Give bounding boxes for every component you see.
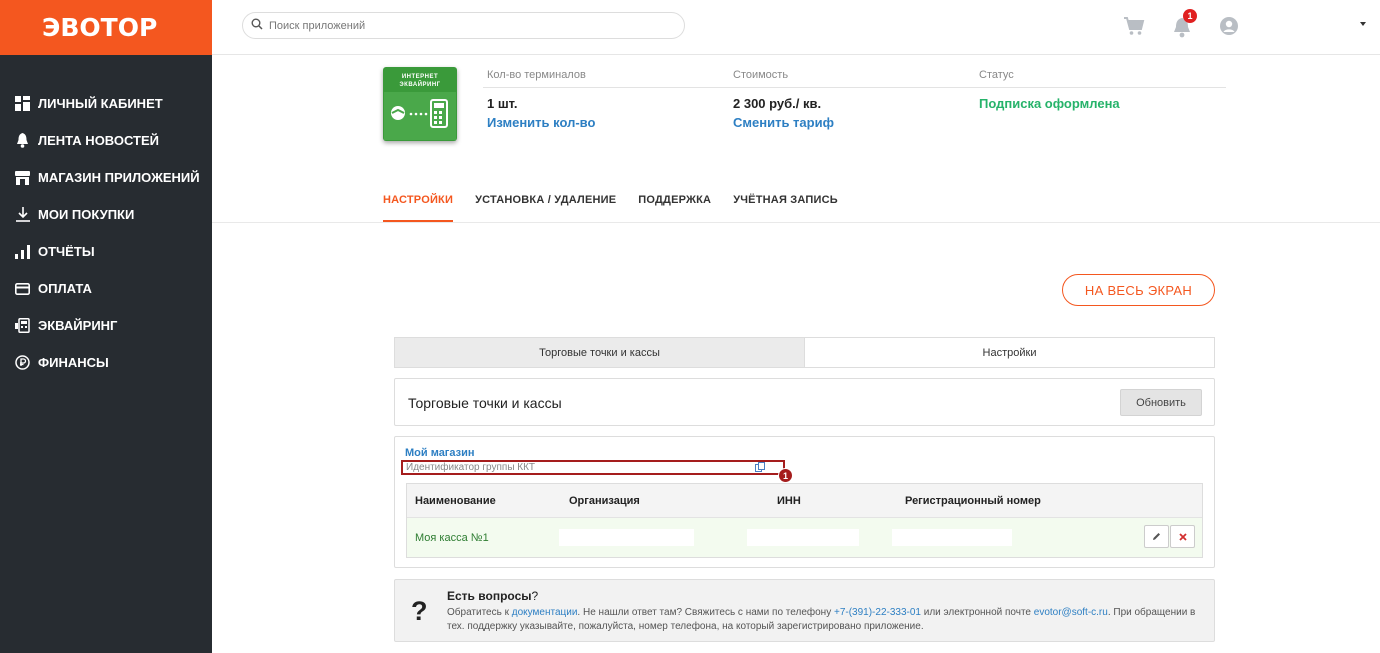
registers-table: Наименование Организация ИНН Регистрацио… xyxy=(406,483,1203,558)
refresh-button[interactable]: Обновить xyxy=(1120,389,1202,416)
status-label: Статус xyxy=(979,69,1014,81)
phone-link[interactable]: +7-(391)-22-333-01 xyxy=(834,607,921,618)
sidebar-item-reports[interactable]: ОТЧЁТЫ xyxy=(0,233,212,270)
status-value: Подписка оформлена xyxy=(979,96,1120,111)
app-icon-label: ИНТЕРНЕТ ЭКВАЙРИНГ xyxy=(399,74,441,88)
search-icon xyxy=(251,17,263,35)
sidebar-item-label: ОПЛАТА xyxy=(38,281,92,296)
sidebar-nav: ЛИЧНЫЙ КАБИНЕТ ЛЕНТА НОВОСТЕЙ МАГАЗИН ПР… xyxy=(0,85,212,381)
evotor-logo[interactable]: ЭВОТОР xyxy=(0,0,212,55)
documentation-link[interactable]: документации xyxy=(512,607,578,618)
terminals-value: 1 шт. xyxy=(487,96,518,111)
user-avatar-icon[interactable] xyxy=(1219,16,1241,38)
top-bar: 1 xyxy=(212,0,1380,55)
sidebar-item-label: МАГАЗИН ПРИЛОЖЕНИЙ xyxy=(38,170,200,185)
sidebar-item-label: ОТЧЁТЫ xyxy=(38,244,95,259)
copy-icon[interactable] xyxy=(755,462,765,472)
settings-subtabs: Торговые точки и кассы Настройки xyxy=(394,337,1215,368)
sidebar-item-label: ЛЕНТА НОВОСТЕЙ xyxy=(38,133,159,148)
sidebar-item-news[interactable]: ЛЕНТА НОВОСТЕЙ xyxy=(0,122,212,159)
bell-icon xyxy=(14,132,31,149)
delete-button[interactable] xyxy=(1170,525,1195,548)
main-content: ИНТЕРНЕТ ЭКВАЙРИНГ Кол-во терминалов 1 шт… xyxy=(212,55,1380,653)
edit-button[interactable] xyxy=(1144,525,1169,548)
sidebar-item-label: ЭКВАЙРИНГ xyxy=(38,318,118,333)
register-name-cell: Моя касса №1 xyxy=(415,532,489,544)
table-row: Моя касса №1 xyxy=(407,518,1202,557)
help-title: Есть вопросы? xyxy=(447,589,539,603)
download-icon xyxy=(14,206,31,223)
close-icon xyxy=(1178,532,1187,541)
user-menu-chevron-down-icon[interactable] xyxy=(1360,22,1366,26)
group-id-placeholder: Идентификатор группы ККТ xyxy=(406,462,536,473)
store-card: Мой магазин Идентификатор группы ККТ 1 Н… xyxy=(394,436,1215,568)
search-input[interactable] xyxy=(269,19,669,32)
search-box[interactable] xyxy=(242,12,685,39)
tab-account[interactable]: УЧЁТНАЯ ЗАПИСЬ xyxy=(733,191,838,222)
sidebar-item-payment[interactable]: ОПЛАТА xyxy=(0,270,212,307)
column-header-name: Наименование xyxy=(415,495,496,507)
sidebar: ЭВОТОР ЛИЧНЫЙ КАБИНЕТ ЛЕНТА НОВОСТЕЙ МАГ… xyxy=(0,0,212,653)
subtab-settings[interactable]: Настройки xyxy=(805,338,1214,367)
group-id-field[interactable]: Идентификатор группы ККТ xyxy=(401,460,785,475)
inn-cell xyxy=(747,529,859,546)
sidebar-item-finance[interactable]: ФИНАНСЫ xyxy=(0,344,212,381)
pencil-icon xyxy=(1153,533,1160,540)
sidebar-item-purchases[interactable]: МОИ ПОКУПКИ xyxy=(0,196,212,233)
column-header-inn: ИНН xyxy=(777,495,801,507)
price-info: Стоимость 2 300 руб./ кв. Сменить тариф xyxy=(733,69,834,130)
sidebar-item-app-store[interactable]: МАГАЗИН ПРИЛОЖЕНИЙ xyxy=(0,159,212,196)
dashboard-icon xyxy=(14,95,31,112)
help-box: ? Есть вопросы? Обратитесь к документаци… xyxy=(394,579,1215,642)
sidebar-item-label: ФИНАНСЫ xyxy=(38,355,109,370)
sidebar-item-label: ЛИЧНЫЙ КАБИНЕТ xyxy=(38,96,163,111)
column-header-registration-number: Регистрационный номер xyxy=(905,495,1041,507)
annotation-badge: 1 xyxy=(778,468,793,483)
tab-settings[interactable]: НАСТРОЙКИ xyxy=(383,191,454,222)
status-info: Статус Подписка оформлена xyxy=(979,69,1120,111)
change-quantity-link[interactable]: Изменить кол-во xyxy=(487,115,595,130)
sidebar-item-cabinet[interactable]: ЛИЧНЫЙ КАБИНЕТ xyxy=(0,85,212,122)
question-mark-icon: ? xyxy=(411,596,428,626)
divider xyxy=(212,222,1380,223)
panel-title: Торговые точки и кассы xyxy=(408,395,562,411)
internet-acquiring-app-icon: ИНТЕРНЕТ ЭКВАЙРИНГ xyxy=(383,67,457,141)
app-tabs: НАСТРОЙКИ УСТАНОВКА / УДАЛЕНИЕ ПОДДЕРЖКА… xyxy=(383,191,860,222)
subtab-stores-and-registers[interactable]: Торговые точки и кассы xyxy=(395,338,805,367)
store-icon xyxy=(14,169,31,186)
tab-install-uninstall[interactable]: УСТАНОВКА / УДАЛЕНИЕ xyxy=(475,191,616,222)
ruble-icon xyxy=(14,354,31,371)
store-name-link[interactable]: Мой магазин xyxy=(405,447,475,459)
tab-support[interactable]: ПОДДЕРЖКА xyxy=(638,191,711,222)
sidebar-item-acquiring[interactable]: ЭКВАЙРИНГ xyxy=(0,307,212,344)
email-link[interactable]: evotor@soft-c.ru xyxy=(1034,607,1108,618)
fullscreen-button[interactable]: НА ВЕСЬ ЭКРАН xyxy=(1062,274,1215,306)
stores-panel-header: Торговые точки и кассы Обновить xyxy=(394,378,1215,426)
bar-chart-icon xyxy=(14,243,31,260)
price-value: 2 300 руб./ кв. xyxy=(733,96,822,111)
notifications-badge: 1 xyxy=(1183,9,1197,23)
help-text: Обратитесь к документации. Не нашли отве… xyxy=(447,607,1196,632)
price-label: Стоимость xyxy=(733,69,789,81)
cart-icon[interactable] xyxy=(1123,16,1145,38)
table-header: Наименование Организация ИНН Регистрацио… xyxy=(407,484,1202,518)
card-icon xyxy=(14,280,31,297)
registration-number-cell xyxy=(892,529,1012,546)
terminals-info: Кол-во терминалов 1 шт. Изменить кол-во xyxy=(487,69,595,130)
column-header-organization: Организация xyxy=(569,495,640,507)
change-tariff-link[interactable]: Сменить тариф xyxy=(733,115,834,130)
terminal-icon xyxy=(14,317,31,334)
sidebar-item-label: МОИ ПОКУПКИ xyxy=(38,207,135,222)
organization-cell xyxy=(559,529,694,546)
terminals-label: Кол-во терминалов xyxy=(487,69,586,81)
